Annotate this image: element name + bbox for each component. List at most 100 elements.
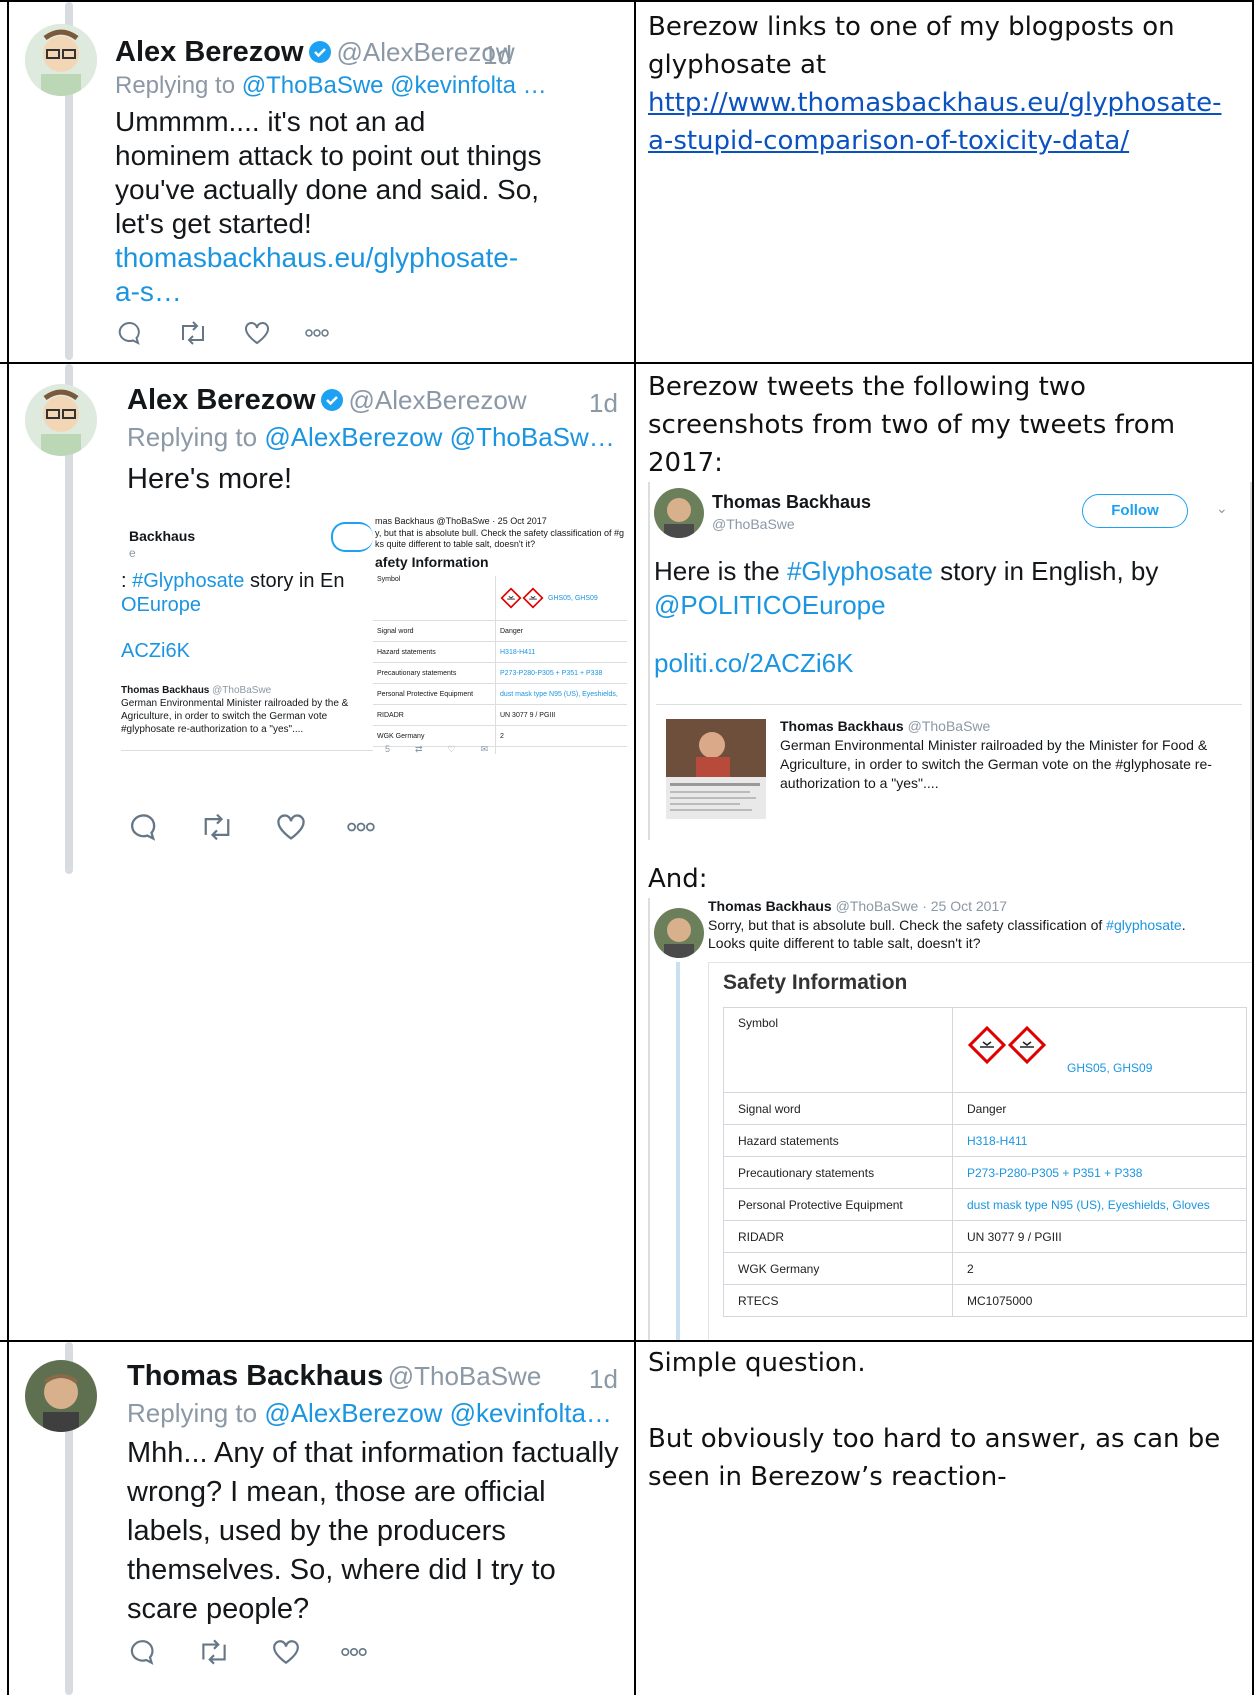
replying-to: Replying to @ThoBaSwe @kevinfolta … (115, 72, 547, 100)
safety-row: Personal Protective Equipment dust mask t… (723, 1188, 1247, 1221)
avatar[interactable] (25, 1360, 97, 1432)
note-line2: But obviously too hard to answer, as can… (648, 1424, 1221, 1492)
reply-icon[interactable] (117, 320, 143, 346)
more-icon[interactable] (347, 821, 375, 833)
reply-targets[interactable]: @AlexBerezow @ThoBaSw… (264, 422, 614, 452)
like-icon[interactable] (243, 320, 271, 346)
tweet-time[interactable]: 1d (589, 388, 618, 419)
verified-icon (320, 388, 344, 417)
shot2-text-a: Sorry, but that is absolute bull. Check … (708, 917, 1107, 933)
thumb-r-value: dust mask type N95 (US), Eyeshields, (500, 690, 618, 698)
thumb-r-line2: ks quite different to table salt, doesn'… (375, 539, 536, 549)
shot1-quote-text: German Environmental Minister railroaded… (780, 737, 1212, 791)
blog-link-line2[interactable]: a-stupid-comparison-of-toxicity-data/ (648, 122, 1248, 160)
thumb-r-row: Symbol GHS05, GHS09 (373, 576, 627, 621)
author-name[interactable]: Alex Berezow (127, 384, 316, 416)
safety-row: RIDADR UN 3077 9 / PGIII (723, 1220, 1247, 1253)
reply-targets[interactable]: @AlexBerezow @kevinfolta… (264, 1398, 612, 1428)
thumb-r-value: MC1075000 (496, 754, 538, 755)
tweet-link-line2[interactable]: a-s… (115, 275, 182, 309)
author-handle[interactable]: @AlexBerezow (348, 385, 526, 415)
shot2-text-d: Looks quite different to table salt, doe… (708, 935, 981, 951)
thumb-r-title: afety Information (375, 554, 489, 570)
thumb-r-label: WGK Germany (373, 726, 496, 746)
thumb-r-label: Signal word (373, 621, 496, 641)
thumb-r-value: H318-H411 (500, 648, 536, 656)
retweet-icon[interactable] (199, 812, 235, 842)
retweet-icon[interactable] (197, 1638, 231, 1666)
more-icon[interactable] (305, 328, 329, 338)
thumb-r-value: UN 3077 9 / PGIII (500, 711, 556, 719)
thumb-r-row: Signal word Danger (373, 621, 627, 642)
thumb-r-value: Danger (500, 627, 523, 635)
tweet-body: Ummmm.... it's not an ad hominem attack … (115, 106, 542, 239)
safety-label: RIDADR (723, 1220, 953, 1253)
retweet-icon[interactable] (177, 320, 209, 346)
author-handle[interactable]: @ThoBaSwe (388, 1361, 542, 1391)
shot1-quote-name: Thomas Backhaus (780, 718, 904, 734)
author-name[interactable]: Alex Berezow (115, 36, 304, 68)
like-icon[interactable] (275, 812, 307, 842)
shot1-hashtag[interactable]: #Glyphosate (787, 556, 933, 586)
shot1-name: Thomas Backhaus (712, 492, 872, 512)
thumb-r-value: GHS05, GHS09 (496, 587, 598, 609)
thumb-mention[interactable]: OEurope (121, 594, 201, 617)
thumb-quote-name: Thomas Backhaus (121, 685, 210, 696)
avatar[interactable] (25, 384, 97, 456)
like-icon[interactable] (271, 1638, 301, 1666)
shot1-quote-card[interactable]: Thomas Backhaus @ThoBaSwe German Environ… (656, 704, 1242, 823)
thumbnail-tweet-right[interactable]: mas Backhaus @ThoBaSwe · 25 Oct 2017 y, … (373, 514, 627, 754)
thumb-r-row: RIDADR UN 3077 9 / PGIII (373, 705, 627, 726)
shot2-hashtag[interactable]: #glyphosate (1106, 917, 1182, 933)
thumb-name: Backhaus (129, 528, 196, 544)
replying-to: Replying to @AlexBerezow @ThoBaSw… (127, 422, 615, 453)
safety-row: Signal word Danger (723, 1092, 1247, 1125)
row3-tweet-cell: Thomas Backhaus @ThoBaSwe 1d Replying to… (9, 1342, 634, 1695)
safety-value: P273-P280-P305 + P351 + P338 (952, 1156, 1247, 1189)
note-text: Berezow tweets the following two screens… (648, 372, 1176, 478)
avatar (654, 488, 704, 538)
author-name[interactable]: Thomas Backhaus (127, 1360, 383, 1392)
reply-targets[interactable]: @ThoBaSwe @kevinfolta … (242, 72, 547, 99)
blog-link-line1[interactable]: http://www.thomasbackhaus.eu/glyphosate- (648, 84, 1248, 122)
chevron-down-icon[interactable]: ⌄ (1216, 500, 1228, 517)
reply-icon[interactable] (129, 812, 159, 842)
tweet-link-line1[interactable]: thomasbackhaus.eu/glyphosate- (115, 241, 518, 275)
avatar[interactable] (25, 24, 97, 96)
more-icon[interactable] (341, 1646, 367, 1658)
safety-value: MC1075000 (952, 1284, 1247, 1317)
tweet-time[interactable]: 1d (483, 40, 512, 71)
row2-note-cell: Berezow tweets the following two screens… (636, 364, 1252, 1340)
thumb-r-row: Precautionary statements P273-P280-P305 +… (373, 663, 627, 684)
thumb-r-label: Symbol (373, 576, 496, 620)
thumb-hashtag[interactable]: #Glyphosate (132, 570, 244, 592)
thumb-r-table: Symbol GHS05, GHS09 Signal word Danger Hazar… (373, 576, 627, 754)
screenshot-tweet-1: Thomas Backhaus @ThoBaSwe Follow ⌄ Here … (648, 482, 1252, 840)
shot2-text-c: . (1181, 917, 1186, 933)
thumb-quote-handle: @ThoBaSwe (212, 685, 272, 696)
tweet-time[interactable]: 1d (589, 1364, 618, 1395)
safety-card: Safety Information Symbol GHS05, GHS09 Sig… (708, 962, 1252, 1340)
reply-icon[interactable] (129, 1638, 157, 1666)
thumb-r-label: Precautionary statements (373, 663, 496, 683)
note-line1: Simple question. (648, 1348, 866, 1378)
tweet-body: Mhh... Any of that information factually… (127, 1437, 619, 1625)
thumbnail-tweet-left[interactable]: Backhaus e : #Glyphosate story in En OEu… (121, 514, 373, 754)
safety-label: Precautionary statements (723, 1156, 953, 1189)
tweet-actions (129, 812, 375, 842)
screenshot-tweet-2: Thomas Backhaus @ThoBaSwe · 25 Oct 2017 … (648, 898, 1252, 1340)
follow-button[interactable]: Follow (1082, 494, 1188, 528)
row1-tweet-cell: Alex Berezow @AlexBerezow 1d Replying to… (9, 2, 634, 362)
and-label: And: (648, 864, 708, 894)
shot1-text-c: story in English, by (932, 556, 1159, 586)
shot1-link[interactable]: politi.co/2ACZi6K (654, 648, 853, 679)
safety-label: RTECS (723, 1284, 953, 1317)
tweet-actions (117, 320, 329, 346)
safety-title: Safety Information (723, 971, 908, 994)
safety-row: RTECS MC1075000 (723, 1284, 1247, 1317)
avatar (654, 908, 704, 958)
thumb-link[interactable]: ACZi6K (121, 640, 190, 663)
tweet-actions (129, 1638, 367, 1666)
verified-icon (308, 40, 332, 69)
shot1-mention[interactable]: @POLITICOEurope (654, 590, 886, 620)
